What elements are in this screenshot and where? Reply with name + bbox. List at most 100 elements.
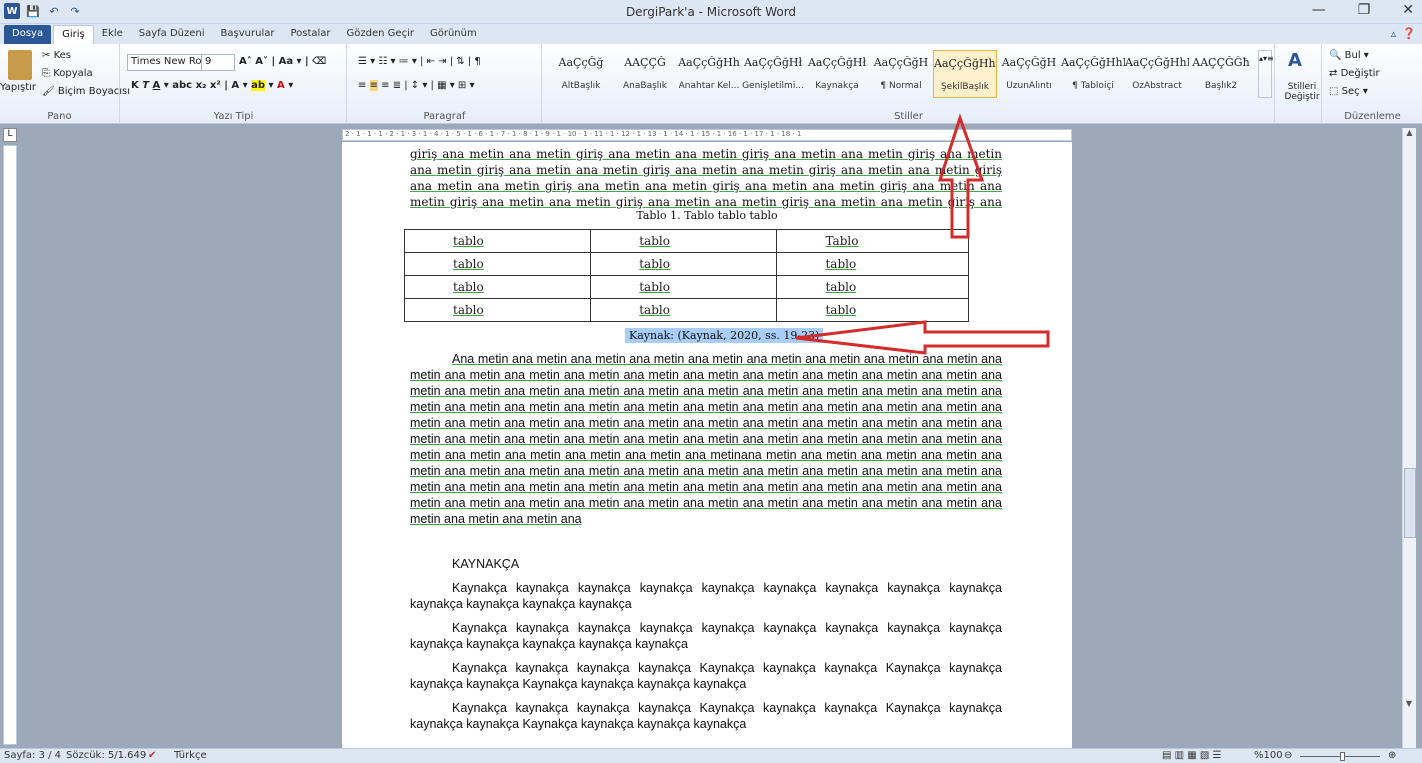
table-cell[interactable]: tablo bbox=[590, 252, 778, 276]
tab-file[interactable]: Dosya bbox=[4, 25, 52, 44]
format-painter-button[interactable]: 🖌 Biçim Boyacısı bbox=[42, 86, 130, 97]
title-bar: W 💾 ↶ ↷ DergiPark'a - Microsoft Word — ❐… bbox=[0, 0, 1422, 24]
font-family-value: Times New Ro bbox=[131, 56, 202, 67]
tab-insert[interactable]: Ekle bbox=[94, 25, 131, 44]
status-bar: Sayfa: 3 / 4 Sözcük: 5/1.649 ✔ Türkçe ▤ … bbox=[0, 748, 1422, 763]
zoom-in-icon[interactable]: ⊕ bbox=[1388, 750, 1396, 761]
horizontal-ruler[interactable]: 2 · 1 · 1 · 1 · 2 · 1 · 3 · 1 · 4 · 1 · … bbox=[342, 129, 1072, 141]
paste-icon[interactable] bbox=[8, 50, 32, 80]
style-item[interactable]: AaÇçĞğH UzunAlıntı bbox=[997, 50, 1061, 98]
table-cell[interactable]: tablo bbox=[403, 298, 592, 322]
style-preview: AaÇçĞğHh bbox=[678, 56, 740, 69]
minimize-button[interactable]: — bbox=[1312, 2, 1326, 18]
editing-group: 🔍 Bul ▾ ⇄ Değiştir ⬚ Seç ▾ Düzenleme bbox=[1323, 44, 1422, 124]
word-count[interactable]: Sözcük: 5/1.649 bbox=[66, 750, 146, 761]
table-caption[interactable]: Tablo 1. Tablo tablo tablo bbox=[342, 209, 1072, 222]
table-cell[interactable]: tablo bbox=[590, 275, 778, 299]
change-styles-button[interactable]: Stilleri Değiştir bbox=[1280, 82, 1324, 102]
table-row: tablo tablo tablo bbox=[403, 275, 969, 299]
tab-mailings[interactable]: Postalar bbox=[282, 25, 338, 44]
table-row: tablo tablo tablo bbox=[403, 252, 969, 276]
reference-item[interactable]: Kaynakça kaynakça kaynakça kaynakça Kayn… bbox=[410, 660, 1002, 692]
reference-item[interactable]: Kaynakça kaynakça kaynakça kaynakça kayn… bbox=[410, 620, 1002, 652]
cut-button[interactable]: ✂ Kes bbox=[42, 50, 71, 61]
zoom-level[interactable]: %100 bbox=[1254, 750, 1283, 761]
table-cell[interactable]: tablo bbox=[403, 275, 592, 299]
view-mode-icons[interactable]: ▤ ▥ ▦ ▧ ☰ bbox=[1162, 750, 1221, 761]
style-item[interactable]: AAÇÇĞ AnaBaşlık bbox=[613, 50, 677, 98]
intro-paragraph[interactable]: giriş ana metin ana metin giriş ana meti… bbox=[410, 146, 1002, 210]
clipboard-group: Yapıştır ✂ Kes ⎘ Kopyala 🖌 Biçim Boyacıs… bbox=[0, 44, 130, 124]
table-cell[interactable]: tablo bbox=[590, 298, 778, 322]
font-size-value: 9 bbox=[205, 56, 212, 67]
style-name: Anahtar Kel... bbox=[678, 81, 740, 91]
style-name: ŞekilBaşlık bbox=[940, 82, 990, 92]
zoom-out-icon[interactable]: ⊖ bbox=[1284, 750, 1292, 761]
language[interactable]: Türkçe bbox=[174, 750, 207, 761]
reference-item[interactable]: Kaynakça kaynakça kaynakça kaynakça kayn… bbox=[410, 580, 1002, 612]
tab-review[interactable]: Gözden Geçir bbox=[339, 25, 422, 44]
table-cell[interactable]: tablo bbox=[776, 252, 969, 276]
scroll-down-icon[interactable]: ▼ bbox=[1403, 699, 1415, 708]
style-item[interactable]: AAÇÇĞĞħ Başlık2 bbox=[1189, 50, 1253, 98]
change-styles-icon[interactable]: A bbox=[1288, 50, 1302, 71]
zoom-slider-thumb[interactable] bbox=[1340, 752, 1345, 761]
paste-button[interactable]: Yapıştır bbox=[0, 82, 36, 93]
document-page[interactable]: giriş ana metin ana metin giriş ana meti… bbox=[342, 142, 1072, 748]
tab-view[interactable]: Görünüm bbox=[422, 25, 485, 44]
style-item[interactable]: AaÇçĞğHhI ¶ Tabloiçi bbox=[1061, 50, 1125, 98]
body-paragraph[interactable]: Ana metin ana metin ana metin ana metin … bbox=[410, 351, 1002, 545]
font-size-select[interactable]: 9 bbox=[201, 54, 235, 71]
references-heading[interactable]: KAYNAKÇA bbox=[452, 557, 519, 571]
paragraph-group: ☰ ▾ ☷ ▾ ≔ ▾ | ⇤ ⇥ | ⇅ | ¶ ≡ ≡ ≡ ≣ | ↕ ▾ … bbox=[348, 44, 542, 124]
table-cell[interactable]: tablo bbox=[590, 229, 778, 253]
table-cell[interactable]: tablo bbox=[403, 229, 592, 253]
clipboard-group-label: Pano bbox=[47, 111, 72, 122]
style-item[interactable]: AaÇçĞğHh Anahtar Kel... bbox=[677, 50, 741, 98]
style-item[interactable]: AaÇçĞğHł Kaynakça bbox=[805, 50, 869, 98]
style-name: UzunAlıntı bbox=[1006, 81, 1052, 91]
scroll-up-icon[interactable]: ▲ bbox=[1403, 128, 1416, 137]
style-item[interactable]: AaÇçĞğ AltBaşlık bbox=[549, 50, 613, 98]
reference-item[interactable]: Kaynakça kaynakça kaynakça kaynakça Kayn… bbox=[410, 700, 1002, 732]
format-painter-label: Biçim Boyacısı bbox=[57, 86, 130, 97]
select-button[interactable]: ⬚ Seç ▾ bbox=[1329, 86, 1368, 97]
style-preview: AaÇçĞğHł bbox=[807, 56, 867, 69]
selected-source-line[interactable]: Kaynak: (Kaynak, 2020, ss. 19-23) bbox=[625, 328, 824, 343]
style-item[interactable]: AaÇçĞğHhI ŞekilBaşlık bbox=[933, 50, 997, 98]
copy-button[interactable]: ⎘ Kopyala bbox=[42, 68, 93, 79]
help-icon[interactable]: ❓ bbox=[1402, 27, 1416, 40]
find-button[interactable]: 🔍 Bul ▾ bbox=[1329, 50, 1369, 61]
styles-scroll-icon[interactable]: ▴▾≡ bbox=[1258, 50, 1274, 98]
ruler-toggle-button[interactable]: L bbox=[3, 128, 17, 142]
change-styles-group: A Stilleri Değiştir bbox=[1276, 44, 1322, 124]
vertical-scrollbar[interactable]: ▲ ▼ bbox=[1402, 128, 1416, 748]
proofing-icon[interactable]: ✔ bbox=[148, 750, 156, 761]
close-button[interactable]: ✕ bbox=[1402, 2, 1414, 18]
list-icons[interactable]: ☰ ▾ ☷ ▾ ≔ ▾ | ⇤ ⇥ | ⇅ | ¶ bbox=[358, 56, 481, 67]
style-item[interactable]: AaÇçĞğHhI ÖzAbstract bbox=[1125, 50, 1189, 98]
cut-label: Kes bbox=[53, 50, 71, 61]
table-cell[interactable]: tablo bbox=[403, 252, 592, 276]
scrollbar-thumb[interactable] bbox=[1404, 468, 1416, 538]
replace-button[interactable]: ⇄ Değiştir bbox=[1329, 68, 1380, 79]
font-group-label: Yazı Tipi bbox=[213, 111, 254, 122]
table-cell[interactable]: Tablo bbox=[776, 229, 969, 253]
tab-page-layout[interactable]: Sayfa Düzeni bbox=[131, 25, 213, 44]
table-cell[interactable]: tablo bbox=[776, 298, 969, 322]
style-preview: AaÇçĞğ bbox=[558, 56, 604, 69]
grow-font-icon[interactable]: A˄ A˅ | Aa ▾ | ⌫ bbox=[239, 56, 326, 67]
document-table[interactable]: tablo tablo Tablo tablo tablo tablo tablo tablo… bbox=[403, 229, 969, 322]
minimize-ribbon-icon[interactable]: ▵ bbox=[1391, 27, 1397, 40]
window-title: DergiPark'a - Microsoft Word bbox=[625, 5, 797, 19]
align-icons[interactable]: ≡ ≡ ≡ ≣ | ↕ ▾ | ▦ ▾ ⊞ ▾ bbox=[358, 80, 475, 91]
style-item[interactable]: AaÇçĞğHł Genişletilmi... bbox=[741, 50, 805, 98]
page-count[interactable]: Sayfa: 3 / 4 bbox=[4, 750, 61, 761]
reference-text: Kaynakça kaynakça kaynakça kaynakça Kayn… bbox=[410, 701, 1002, 731]
restore-button[interactable]: ❐ bbox=[1358, 2, 1371, 18]
tab-home[interactable]: Giriş bbox=[53, 25, 94, 44]
tab-references[interactable]: Başvurular bbox=[213, 25, 283, 44]
font-format-icons[interactable]: K T A ▾ abc x₂ x² | A ▾ ab ▾ A ▾ bbox=[131, 80, 293, 91]
style-item[interactable]: AaÇçĞğH ¶ Normal bbox=[869, 50, 933, 98]
table-cell[interactable]: tablo bbox=[776, 275, 969, 299]
